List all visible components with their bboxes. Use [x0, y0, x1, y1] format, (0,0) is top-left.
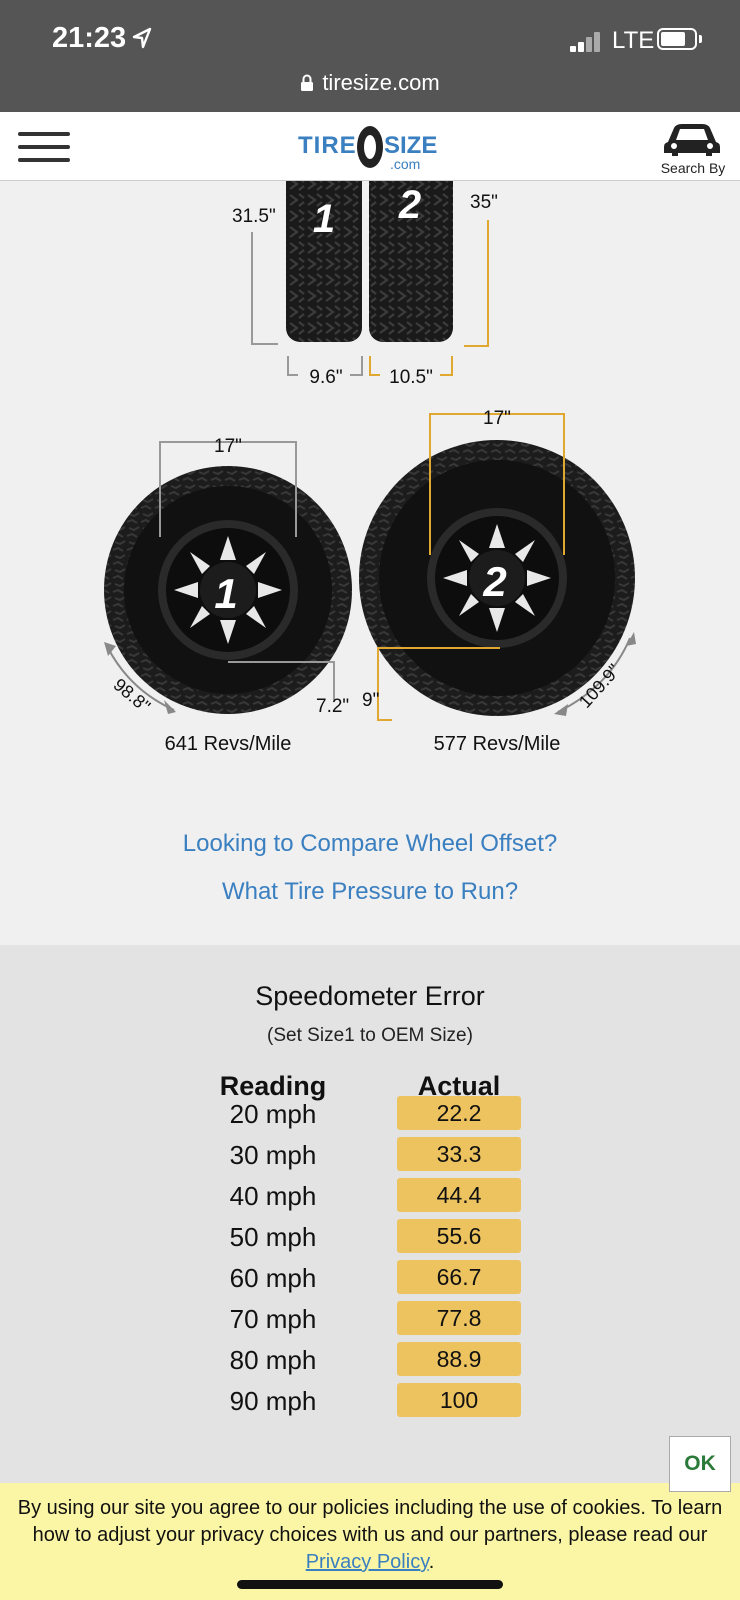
info-links: Looking to Compare Wheel Offset? What Ti… — [0, 830, 740, 926]
tire-2-width: 10.5" — [389, 367, 433, 388]
site-logo[interactable]: TIRE SIZE .com — [298, 122, 448, 174]
network-label: LTE — [612, 27, 655, 54]
menu-icon[interactable] — [18, 132, 70, 162]
logo-tire-icon — [357, 126, 383, 168]
tire-1-revs: 641 Revs/Mile — [165, 733, 292, 755]
search-by-button[interactable]: Search By — [652, 118, 732, 176]
tire-2-front-number: 2 — [398, 183, 421, 227]
reading-cell: 20 mph — [229, 1099, 317, 1129]
actual-cell: 33.3 — [397, 1137, 521, 1171]
tire-2-wheel-diameter: 17" — [483, 408, 511, 429]
cookie-text: By using our site you agree to our polic… — [17, 1497, 723, 1546]
compare-offset-link[interactable]: Looking to Compare Wheel Offset? — [0, 830, 740, 858]
actual-cell: 55.6 — [397, 1219, 521, 1253]
cookie-period: . — [428, 1551, 435, 1573]
tire-1-wheel-diameter: 17" — [214, 436, 242, 457]
logo-tire-text: TIRE — [298, 132, 357, 159]
url-text: tiresize.com — [322, 70, 440, 95]
url-bar[interactable]: tiresize.com — [0, 70, 740, 96]
reading-cell: 40 mph — [229, 1181, 317, 1211]
table-row: 30 mph 33.3 — [0, 1137, 740, 1173]
status-bar: 21:23 LTE tiresize.com — [0, 0, 740, 112]
table-row: 70 mph 77.8 — [0, 1301, 740, 1337]
reading-cell: 60 mph — [229, 1263, 317, 1293]
speedometer-error-section: Speedometer Error (Set Size1 to OEM Size… — [0, 945, 740, 1490]
tire-2-side-number: 2 — [482, 558, 506, 605]
speedometer-title: Speedometer Error — [255, 981, 485, 1011]
table-row: 40 mph 44.4 — [0, 1178, 740, 1214]
tire-1-front-number: 1 — [313, 197, 335, 241]
site-header: TIRE SIZE .com Search By — [0, 112, 740, 181]
reading-cell: 90 mph — [229, 1386, 317, 1416]
battery-icon — [657, 28, 697, 50]
actual-cell: 44.4 — [397, 1178, 521, 1212]
tire-1-side-number: 1 — [214, 570, 237, 617]
search-by-label: Search By — [660, 160, 726, 176]
signal-icon — [570, 30, 604, 52]
status-time: 21:23 — [52, 22, 127, 54]
actual-cell: 88.9 — [397, 1342, 521, 1376]
table-row: 60 mph 66.7 — [0, 1260, 740, 1296]
cookie-ok-button[interactable]: OK — [669, 1436, 731, 1492]
reading-cell: 80 mph — [229, 1345, 317, 1375]
lock-icon — [301, 74, 314, 91]
actual-cell: 100 — [397, 1383, 521, 1417]
actual-cell: 22.2 — [397, 1096, 521, 1130]
speedometer-subtitle: (Set Size1 to OEM Size) — [267, 1025, 473, 1046]
tire-1-width: 9.6" — [309, 367, 342, 388]
tire-2-height: 35" — [470, 192, 498, 213]
tire-1-sidewall: 7.2" — [316, 696, 349, 717]
reading-cell: 50 mph — [229, 1222, 317, 1252]
car-icon — [664, 124, 720, 156]
location-arrow-icon — [132, 27, 152, 49]
actual-cell: 66.7 — [397, 1260, 521, 1294]
tire-1-height: 31.5" — [232, 206, 276, 227]
tire-2-revs: 577 Revs/Mile — [434, 733, 561, 755]
tire-pressure-link[interactable]: What Tire Pressure to Run? — [0, 878, 740, 906]
reading-cell: 30 mph — [229, 1140, 317, 1170]
table-row: 20 mph 22.2 — [0, 1096, 740, 1132]
home-indicator[interactable] — [237, 1580, 503, 1589]
logo-com-text: .com — [390, 156, 421, 172]
table-row: 90 mph 100 — [0, 1383, 740, 1419]
tire-comparison-diagram: 1 2 31.5" 35" 9.6" 10.5" 1 17" 7.2" 98.8… — [104, 180, 636, 755]
reading-cell: 70 mph — [229, 1304, 317, 1334]
tire-2-sidewall: 9" — [362, 690, 379, 711]
actual-cell: 77.8 — [397, 1301, 521, 1335]
table-row: 50 mph 55.6 — [0, 1219, 740, 1255]
privacy-policy-link[interactable]: Privacy Policy — [306, 1551, 429, 1573]
table-row: 80 mph 88.9 — [0, 1342, 740, 1378]
